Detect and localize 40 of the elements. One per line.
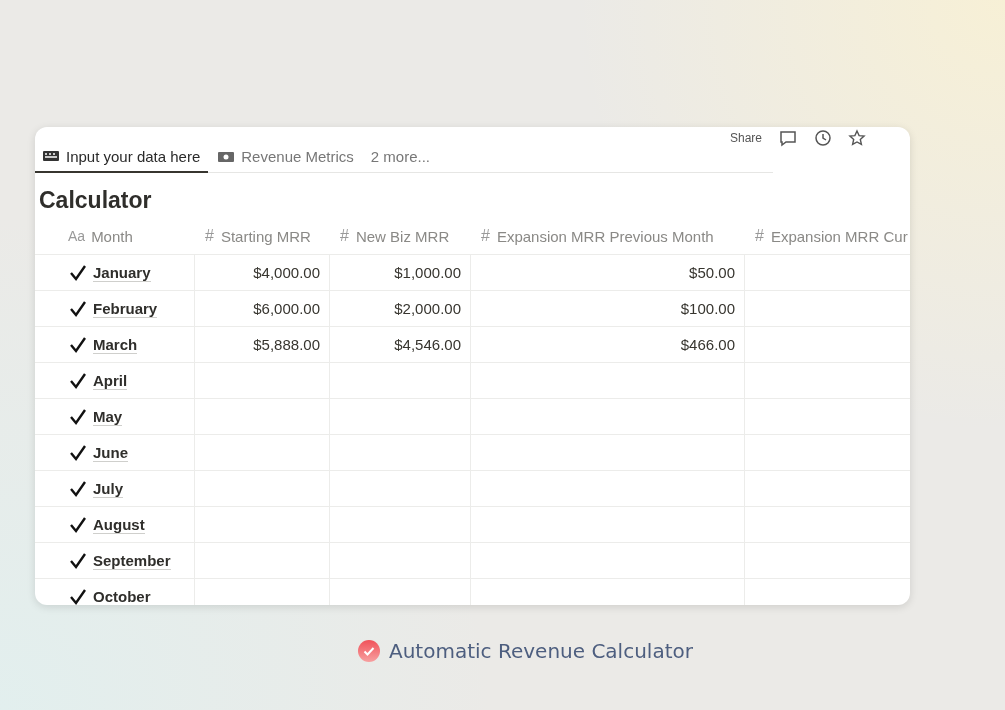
table-cell: $5,888.00 <box>253 336 320 353</box>
month-link[interactable]: June <box>93 443 128 462</box>
column-header[interactable]: Starting MRR <box>220 227 311 245</box>
tab[interactable]: Revenue Metrics <box>210 141 362 172</box>
month-link[interactable]: August <box>93 515 145 534</box>
column-header[interactable]: New Biz MRR <box>355 227 450 245</box>
comment-icon[interactable] <box>778 129 798 147</box>
caption-text: Automatic Revenue Calculator <box>389 639 693 663</box>
keyboard-icon <box>42 148 60 164</box>
month-link[interactable]: July <box>93 479 123 498</box>
text-type-icon: Aa <box>68 228 86 244</box>
month-link[interactable]: February <box>93 299 158 318</box>
month-link[interactable]: May <box>93 407 123 426</box>
table-cell: $1,000.00 <box>394 264 461 281</box>
table-cell: $50.00 <box>689 264 735 281</box>
clock-icon[interactable] <box>814 129 832 147</box>
table-cell: $100.00 <box>680 300 735 317</box>
month-link[interactable]: April <box>93 371 128 390</box>
table-cell: $4,000.00 <box>253 264 320 281</box>
table-cell: $2,000.00 <box>394 300 461 317</box>
star-icon[interactable] <box>848 129 866 147</box>
month-link[interactable]: January <box>93 263 151 282</box>
column-header[interactable]: Expansion MRR Previous Month <box>496 227 714 245</box>
table-cell: $4,546.00 <box>394 336 461 353</box>
table-cell: $466.00 <box>680 336 735 353</box>
number-type-icon: # <box>755 227 764 245</box>
check-circle-icon <box>357 639 381 663</box>
tab[interactable]: 2 more... <box>363 141 438 172</box>
share-button[interactable]: Share <box>729 131 762 145</box>
month-link[interactable]: October <box>93 587 151 605</box>
column-header[interactable]: Expansion MRR Cur <box>770 227 908 245</box>
number-type-icon: # <box>340 227 349 245</box>
month-link[interactable]: September <box>93 551 171 570</box>
column-header[interactable]: Month <box>91 227 133 245</box>
month-link[interactable]: March <box>93 335 138 354</box>
number-type-icon: # <box>205 227 214 245</box>
page-title: Calculator <box>39 187 152 214</box>
number-type-icon: # <box>481 227 490 245</box>
table-cell: $6,000.00 <box>253 300 320 317</box>
tab[interactable]: Input your data here <box>35 141 209 173</box>
